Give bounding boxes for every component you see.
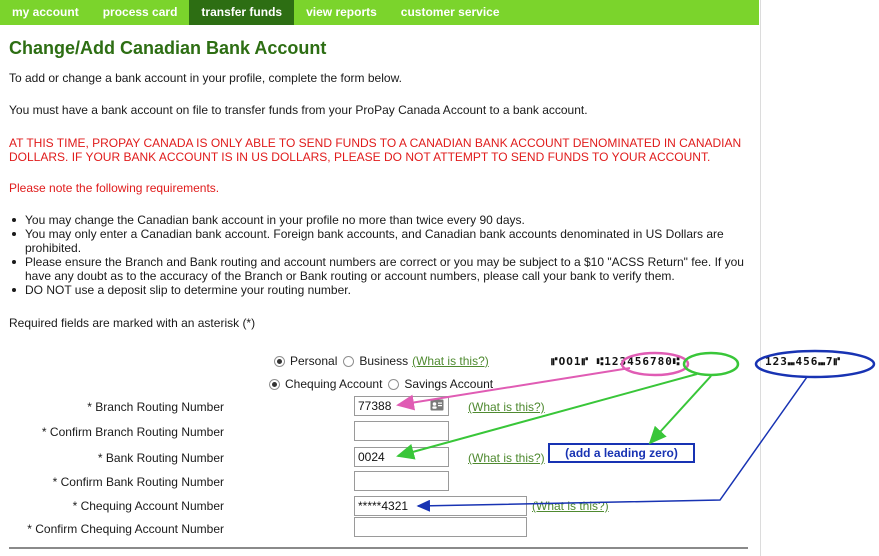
savings-label: Savings Account	[404, 377, 494, 391]
page-title: Change/Add Canadian Bank Account	[9, 38, 327, 58]
warning-text: AT THIS TIME, PROPAY CANADA IS ONLY ABLE…	[9, 136, 742, 164]
confirm-branch-routing-input[interactable]	[354, 421, 449, 441]
section-divider	[9, 547, 748, 549]
confirm-bank-routing-label: * Confirm Bank Routing Number	[52, 475, 224, 489]
intro-text: To add or change a bank account in your …	[9, 71, 402, 85]
branch-routing-help-link[interactable]: (What is this?)	[468, 400, 545, 414]
confirm-chequing-account-input[interactable]	[354, 517, 527, 537]
savings-radio[interactable]	[388, 378, 400, 390]
bank-routing-label: * Bank Routing Number	[97, 451, 224, 465]
tab-customer-service[interactable]: customer service	[389, 0, 512, 25]
personal-label: Personal	[290, 354, 338, 368]
owner-type-help-link[interactable]: (What is this?)	[412, 354, 489, 368]
chequing-account-label: * Chequing Account Number	[72, 499, 224, 513]
chequing-account-help-link[interactable]: (What is this?)	[532, 499, 609, 513]
confirm-chequing-account-label: * Confirm Chequing Account Number	[27, 522, 224, 536]
tab-process-card[interactable]: process card	[91, 0, 190, 25]
intro-requirement-text: You must have a bank account on file to …	[9, 103, 588, 117]
cheque-micr-line: ⑈OO1⑈ ⑆123456780⑆	[551, 355, 681, 368]
business-radio[interactable]	[343, 355, 355, 367]
personal-radio[interactable]	[274, 355, 285, 367]
contact-card-icon[interactable]	[430, 398, 444, 412]
requirement-item: Please ensure the Branch and Bank routin…	[9, 255, 749, 283]
branch-routing-label: * Branch Routing Number	[87, 400, 224, 414]
requirement-item: DO NOT use a deposit slip to determine y…	[9, 283, 749, 297]
bank-routing-help-link[interactable]: (What is this?)	[468, 451, 545, 465]
chequing-label: Chequing Account	[285, 377, 383, 391]
tab-view-reports[interactable]: view reports	[294, 0, 389, 25]
requirement-item: You may change the Canadian bank account…	[9, 213, 749, 227]
requirements-note: Please note the following requirements.	[9, 181, 220, 195]
confirm-bank-routing-input[interactable]	[354, 471, 449, 491]
owner-type-group: Personal Business (What is this?)	[274, 354, 489, 368]
content-frame: my account process card transfer funds v…	[0, 0, 761, 556]
required-fields-note: Required fields are marked with an aster…	[9, 316, 256, 330]
requirements-list: You may change the Canadian bank account…	[9, 213, 749, 297]
top-navigation: my account process card transfer funds v…	[0, 0, 759, 25]
confirm-branch-routing-label: * Confirm Branch Routing Number	[41, 425, 224, 439]
chequing-radio[interactable]	[269, 378, 280, 390]
business-label: Business	[359, 354, 409, 368]
account-type-group: Chequing Account Savings Account	[269, 377, 493, 391]
chequing-account-input[interactable]: *****4321	[354, 496, 527, 516]
leading-zero-callout: (add a leading zero)	[548, 443, 695, 463]
tab-my-account[interactable]: my account	[0, 0, 91, 25]
tab-transfer-funds[interactable]: transfer funds	[189, 0, 295, 25]
requirement-item: You may only enter a Canadian bank accou…	[9, 227, 749, 255]
bank-routing-input[interactable]: 0024	[354, 447, 449, 467]
cheque-account-line: 123⑉456⑉7⑈	[765, 355, 842, 368]
